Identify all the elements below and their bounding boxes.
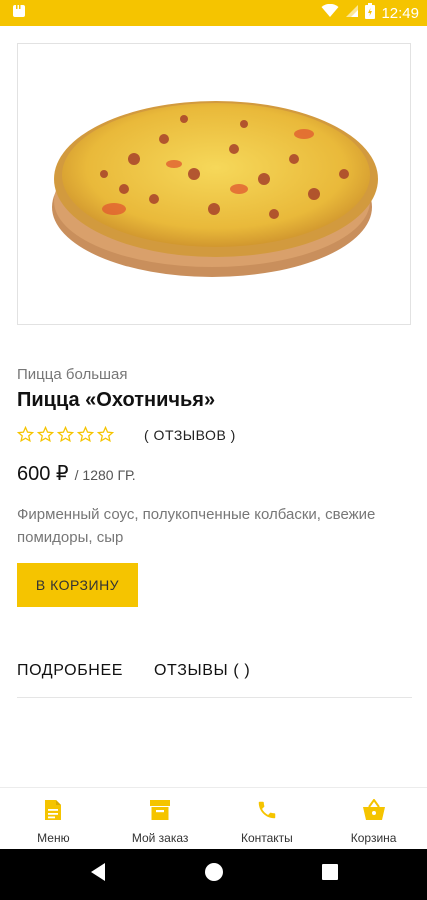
signal-icon — [345, 4, 359, 22]
product-tabs: ПОДРОБНЕЕ ОТЗЫВЫ ( ) — [17, 662, 412, 698]
product-weight: / 1280 ГР. — [74, 467, 136, 483]
menu-document-icon — [44, 798, 62, 822]
recents-icon[interactable] — [321, 863, 339, 886]
star-icon[interactable] — [77, 426, 94, 443]
nav-item-menu[interactable]: Меню — [0, 788, 107, 849]
add-to-cart-button[interactable]: В КОРЗИНУ — [17, 563, 138, 607]
rating-stars[interactable] — [17, 426, 114, 443]
product-description: Фирменный соус, полукопченные колбаски, … — [17, 506, 376, 546]
nav-label-contacts: Контакты — [240, 831, 293, 845]
tab-reviews[interactable]: ОТЗЫВЫ ( ) — [154, 662, 250, 697]
order-box-icon — [149, 798, 171, 822]
bottom-nav: Меню Мой заказ Контакты Корзина — [0, 787, 427, 849]
product-price: 600 ₽ — [17, 463, 69, 485]
nav-label-cart: Корзина — [350, 831, 397, 845]
battery-icon — [365, 3, 376, 23]
back-icon[interactable] — [89, 862, 107, 887]
notification-icon — [12, 4, 26, 23]
star-icon[interactable] — [37, 426, 54, 443]
star-icon[interactable] — [57, 426, 74, 443]
product-category: Пицца большая — [17, 366, 128, 383]
star-icon[interactable] — [97, 426, 114, 443]
reviews-link[interactable]: ( ОТЗЫВОВ ) — [144, 427, 236, 443]
home-icon[interactable] — [204, 862, 224, 887]
nav-label-menu: Меню — [37, 831, 70, 845]
tab-details[interactable]: ПОДРОБНЕЕ — [17, 662, 123, 697]
nav-item-cart[interactable]: Корзина — [320, 788, 427, 849]
price-row: 600 ₽ / 1280 ГР. — [17, 461, 136, 486]
rating-row: ( ОТЗЫВОВ ) — [17, 426, 236, 443]
nav-label-order: Мой заказ — [131, 831, 189, 845]
star-icon[interactable] — [17, 426, 34, 443]
nav-item-contacts[interactable]: Контакты — [214, 788, 321, 849]
pizza-image — [17, 43, 411, 325]
basket-icon — [362, 798, 386, 822]
product-title: Пицца «Охотничья» — [17, 389, 216, 411]
status-bar: 12:49 — [0, 0, 427, 26]
nav-item-order[interactable]: Мой заказ — [107, 788, 214, 849]
wifi-icon — [321, 3, 339, 22]
phone-icon — [256, 798, 278, 822]
status-time: 12:49 — [381, 4, 419, 22]
system-nav-bar — [0, 849, 427, 900]
